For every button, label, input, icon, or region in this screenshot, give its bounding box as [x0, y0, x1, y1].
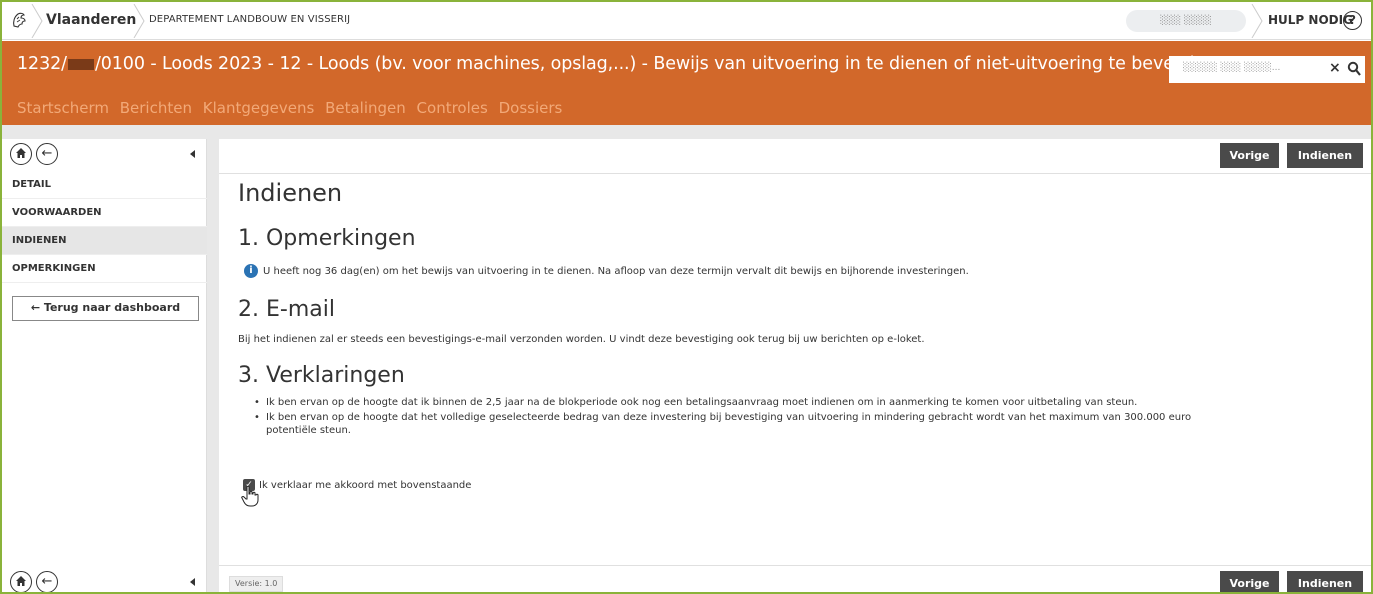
back-arrow-icon[interactable]: ←: [36, 571, 58, 592]
page-heading: Indienen: [238, 179, 343, 207]
list-item: Ik ben ervan op de hoogte dat ik binnen …: [252, 396, 1212, 409]
sidebar-item-indienen[interactable]: INDIENEN: [2, 227, 207, 255]
remarks-text: i U heeft nog 36 dag(en) om het bewijs va…: [244, 264, 969, 278]
redacted-block: [67, 58, 94, 70]
hand-cursor-icon: [241, 485, 259, 507]
sidebar: ← DETAIL VOORWAARDEN INDIENEN OPMERKINGE…: [2, 139, 207, 592]
nav-dossiers[interactable]: Dossiers: [499, 99, 563, 117]
help-link[interactable]: HULP NODIG: [1268, 13, 1353, 27]
divider: [1251, 4, 1263, 38]
title-suffix: /0100 - Loods 2023 - 12 - Loods (bv. voo…: [94, 54, 1228, 74]
header-strip: [2, 125, 1371, 139]
sidebar-controls: ←: [2, 139, 207, 171]
collapse-sidebar-icon[interactable]: [190, 578, 195, 586]
back-to-dashboard-button[interactable]: ← Terug naar dashboard: [12, 296, 199, 321]
help-icon[interactable]: ?: [1343, 11, 1362, 30]
previous-button[interactable]: Vorige: [1220, 143, 1279, 168]
submit-button-bottom[interactable]: Indienen: [1287, 571, 1363, 592]
gutter: [207, 139, 219, 592]
collapse-sidebar-icon[interactable]: [190, 150, 195, 158]
nav-betalingen[interactable]: Betalingen: [325, 99, 406, 117]
declarations-list: Ik ben ervan op de hoogte dat ik binnen …: [252, 396, 1212, 439]
brand-name[interactable]: Vlaanderen: [46, 12, 136, 28]
section-heading-email: 2. E-mail: [238, 297, 335, 322]
sidebar-bottom-controls: ←: [2, 571, 207, 592]
nav-klantgegevens[interactable]: Klantgegevens: [203, 99, 315, 117]
top-bar: Vlaanderen DEPARTEMENT LANDBOUW EN VISSE…: [2, 2, 1371, 40]
back-arrow-icon[interactable]: ←: [36, 143, 58, 165]
main-navigation: Startscherm Berichten Klantgegevens Beta…: [17, 99, 568, 117]
divider: [133, 4, 145, 38]
remarks-message: U heeft nog 36 dag(en) om het bewijs van…: [263, 266, 969, 277]
page-header: 1232/ /0100 - Loods 2023 - 12 - Loods (bv…: [2, 41, 1371, 125]
page-title: 1232/ /0100 - Loods 2023 - 12 - Loods (bv…: [17, 54, 1227, 74]
email-text: Bij het indienen zal er steeds een beves…: [238, 334, 925, 345]
app-frame: Vlaanderen DEPARTEMENT LANDBOUW EN VISSE…: [0, 0, 1373, 594]
submit-button[interactable]: Indienen: [1287, 143, 1363, 168]
nav-controles[interactable]: Controles: [417, 99, 488, 117]
nav-startscherm[interactable]: Startscherm: [17, 99, 109, 117]
search-icon[interactable]: [1347, 61, 1361, 77]
section-heading-verklaringen: 3. Verklaringen: [238, 363, 405, 388]
title-prefix: 1232/: [17, 54, 67, 74]
nav-berichten[interactable]: Berichten: [120, 99, 192, 117]
info-icon: i: [244, 264, 258, 278]
list-item: Ik ben ervan op de hoogte dat het volled…: [252, 411, 1212, 437]
agree-label[interactable]: Ik verklaar me akkoord met bovenstaande: [259, 480, 471, 491]
divider: [31, 4, 43, 38]
department-name[interactable]: DEPARTEMENT LANDBOUW EN VISSERIJ: [149, 14, 350, 25]
main-content: Vorige Indienen Indienen 1. Opmerkingen …: [219, 139, 1371, 592]
search-box[interactable]: ░░░░░ ░░░ ░░░░... ×: [1169, 56, 1365, 83]
search-input[interactable]: ░░░░░ ░░░ ░░░░...: [1183, 63, 1280, 73]
user-profile-button[interactable]: ░░░ ░░░░: [1126, 10, 1246, 32]
home-icon[interactable]: [10, 143, 32, 165]
previous-button-bottom[interactable]: Vorige: [1220, 571, 1279, 592]
home-icon[interactable]: [10, 571, 32, 592]
divider: [219, 565, 1371, 566]
version-badge: Versie: 1.0: [229, 576, 284, 592]
sidebar-item-voorwaarden[interactable]: VOORWAARDEN: [2, 199, 207, 227]
divider: [219, 173, 1371, 174]
clear-search-icon[interactable]: ×: [1329, 60, 1341, 76]
section-heading-opmerkingen: 1. Opmerkingen: [238, 226, 416, 251]
sidebar-item-detail[interactable]: DETAIL: [2, 171, 207, 199]
sidebar-item-opmerkingen[interactable]: OPMERKINGEN: [2, 255, 207, 283]
flemish-lion-logo-icon[interactable]: [10, 10, 30, 30]
